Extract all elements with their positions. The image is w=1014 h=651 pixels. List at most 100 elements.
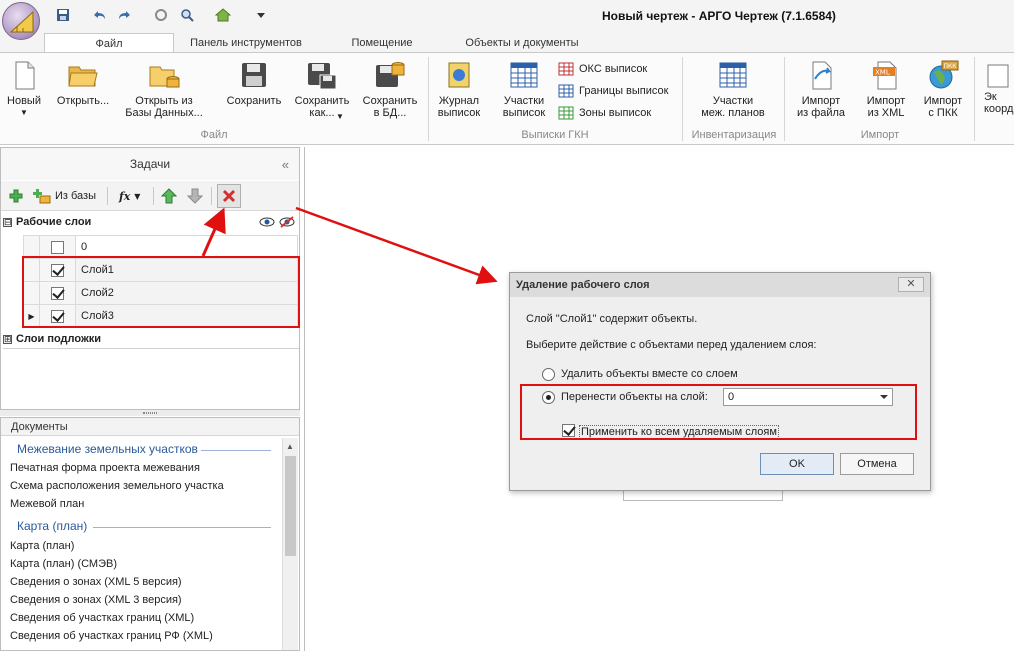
- save-button[interactable]: Сохранить: [222, 59, 286, 107]
- green-table-icon: [558, 106, 574, 120]
- floppy-icon: [238, 59, 270, 91]
- tab-toolbar[interactable]: Панель инструментов: [176, 33, 316, 53]
- document-group-header: Межевание земельных участков: [17, 442, 198, 456]
- save-icon[interactable]: [54, 6, 72, 24]
- new-document-icon: [8, 59, 40, 91]
- working-layers-header[interactable]: ⊟ Рабочие слои: [3, 216, 91, 228]
- document-item[interactable]: Сведения о зонах (XML 5 версия): [10, 576, 182, 588]
- chevron-down-icon: ▼: [20, 108, 28, 117]
- document-item[interactable]: Сведения о зонах (XML 3 версия): [10, 594, 182, 606]
- annotation-box-layers: [22, 256, 300, 328]
- arrow-down-icon: [187, 188, 203, 204]
- xml-badge-text: XML: [875, 69, 890, 77]
- redo-icon[interactable]: [116, 6, 134, 24]
- document-item[interactable]: Карта (план): [10, 540, 74, 552]
- export-coords-button[interactable]: Эк коорд: [984, 59, 1014, 115]
- oks-button[interactable]: ОКС выписок: [558, 60, 647, 78]
- tab-objects-documents[interactable]: Объекты и документы: [446, 33, 598, 53]
- folder-icon: [67, 59, 99, 91]
- add-from-db-icon: [33, 189, 51, 204]
- new-button[interactable]: Новый ▼: [2, 59, 46, 119]
- collapse-panel-icon[interactable]: «: [282, 157, 289, 172]
- zones-button[interactable]: Зоны выписок: [558, 104, 651, 122]
- group-separator: [974, 57, 975, 141]
- eye-icon[interactable]: [259, 216, 275, 231]
- scrollbar-thumb[interactable]: [285, 456, 296, 556]
- pkk-badge-text: ПКК: [944, 63, 958, 70]
- toolbar-separator: [153, 187, 154, 205]
- folder-database-icon: [148, 59, 180, 91]
- home-icon[interactable]: [214, 6, 232, 24]
- group-separator: [682, 57, 683, 141]
- scroll-up-icon[interactable]: ▲: [286, 442, 294, 451]
- tasks-toolbar: Из базы fx ▼: [1, 181, 299, 211]
- collapse-toggle-icon[interactable]: ⊟: [3, 217, 12, 227]
- undo-icon[interactable]: [90, 6, 108, 24]
- open-from-db-button[interactable]: Открыть из Базы Данных...: [122, 59, 206, 119]
- cancel-button[interactable]: Отмена: [840, 453, 914, 475]
- group-divider: [201, 450, 271, 451]
- open-button[interactable]: Открыть...: [50, 59, 116, 107]
- globe-icon: ПКК: [927, 59, 959, 91]
- document-item[interactable]: Карта (план) (СМЭВ): [10, 558, 117, 570]
- panel-splitter[interactable]: [0, 410, 300, 416]
- journal-button[interactable]: Журнал выписок: [432, 59, 486, 119]
- xml-file-icon: XML: [870, 59, 902, 91]
- bounds-button[interactable]: Границы выписок: [558, 82, 668, 100]
- group-label-inventory: Инвентаризация: [691, 129, 777, 141]
- delete-objects-radio[interactable]: [542, 368, 555, 381]
- save-as-button[interactable]: Сохранить как... ▼: [290, 59, 354, 121]
- move-down-button[interactable]: [187, 187, 203, 205]
- documents-panel: Документы Межевание земельных участков П…: [0, 417, 300, 651]
- from-db-button[interactable]: Из базы: [33, 187, 96, 205]
- toolbar-separator: [211, 187, 212, 205]
- base-layers-header[interactable]: ⊞ Слои подложки: [3, 333, 299, 349]
- documents-scrollbar[interactable]: ▲: [282, 438, 298, 650]
- document-item[interactable]: Сведения об участках границ РФ (XML): [10, 630, 213, 642]
- chevron-down-icon: ▼: [134, 191, 141, 201]
- delete-layer-dialog: Удаление рабочего слоя ✕ Слой "Слой1" со…: [509, 272, 931, 491]
- layer-visibility-checkbox[interactable]: [51, 240, 64, 254]
- delete-layer-button[interactable]: [217, 184, 241, 208]
- journal-icon: [443, 59, 475, 91]
- dialog-prompt: Выберите действие с объектами перед удал…: [526, 339, 817, 351]
- group-label-file: Файл: [200, 129, 228, 141]
- zoom-icon[interactable]: [178, 6, 196, 24]
- ribbon-tabs: Файл Панель инструментов Помещение Объек…: [0, 33, 1014, 53]
- group-separator: [428, 57, 429, 141]
- refresh-icon[interactable]: [152, 6, 170, 24]
- arrow-up-icon: [161, 188, 177, 204]
- tab-room[interactable]: Помещение: [326, 33, 438, 53]
- group-divider: [93, 527, 271, 528]
- delete-x-icon: [222, 189, 236, 203]
- blue-table-icon: [558, 84, 574, 98]
- document-item[interactable]: Схема расположения земельного участка: [10, 480, 224, 492]
- document-item[interactable]: Печатная форма проекта межевания: [10, 462, 200, 474]
- ok-button[interactable]: OK: [760, 453, 834, 475]
- app-menu-button[interactable]: [2, 2, 40, 40]
- inventory-parcels-button[interactable]: Участки меж. планов: [690, 59, 776, 119]
- group-label-import: Импорт: [860, 129, 900, 141]
- import-from-xml-button[interactable]: XML Импорт из XML: [860, 59, 912, 119]
- chevron-down-icon: ▼: [336, 112, 344, 121]
- document-item[interactable]: Межевой план: [10, 498, 84, 510]
- document-item[interactable]: Сведения об участках границ (XML): [10, 612, 194, 624]
- save-to-db-button[interactable]: Сохранить в БД...: [358, 59, 422, 119]
- add-layer-button[interactable]: [9, 187, 23, 205]
- import-from-pkk-button[interactable]: ПКК Импорт с ПКК: [918, 59, 968, 119]
- dialog-title: Удаление рабочего слоя: [510, 273, 930, 297]
- annotation-box-move-option: [520, 384, 917, 440]
- import-from-file-button[interactable]: Импорт из файла: [790, 59, 852, 119]
- parcels-button[interactable]: Участки выписок: [496, 59, 552, 119]
- close-icon[interactable]: ✕: [898, 277, 924, 292]
- fx-button[interactable]: fx ▼: [119, 187, 140, 205]
- expand-toggle-icon[interactable]: ⊞: [3, 334, 12, 344]
- group-label-gkn: Выписки ГКН: [521, 129, 589, 141]
- grip-icon: [143, 412, 157, 414]
- tab-file[interactable]: Файл: [44, 33, 174, 53]
- move-up-button[interactable]: [161, 187, 177, 205]
- eye-hidden-icon[interactable]: [279, 216, 295, 231]
- delete-objects-label: Удалить объекты вместе со слоем: [561, 368, 738, 380]
- quick-access-menu-icon[interactable]: [252, 6, 270, 24]
- floppy-save-as-icon: [306, 59, 338, 91]
